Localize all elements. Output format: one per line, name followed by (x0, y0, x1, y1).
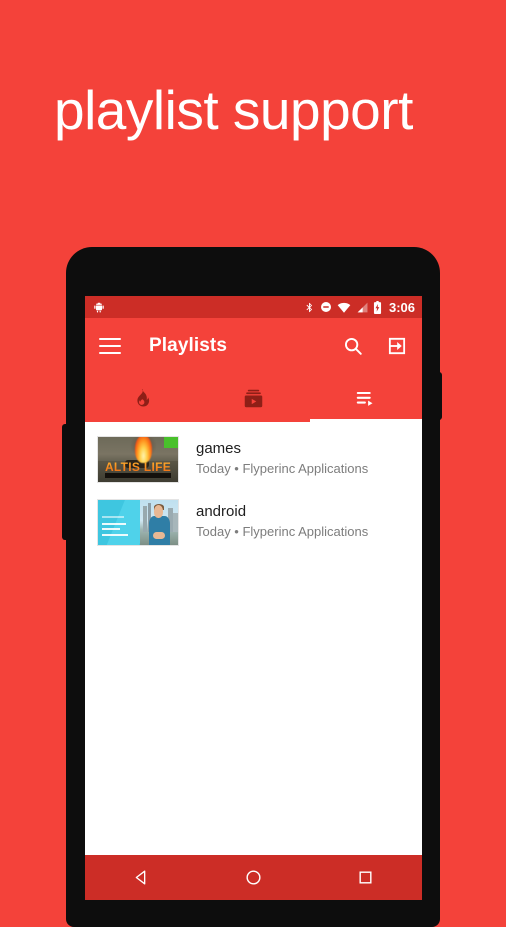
hamburger-line (99, 338, 121, 341)
tab-playlists[interactable] (310, 374, 422, 422)
tab-trending[interactable] (85, 374, 197, 422)
subscriptions-icon (243, 388, 264, 409)
status-bar: 3:06 (85, 296, 422, 318)
tab-bar (85, 374, 422, 422)
recents-square-icon[interactable] (336, 855, 396, 900)
tab-indicator (309, 419, 422, 422)
android-n-preview-thumbnail (97, 499, 179, 546)
skyline-building (142, 506, 147, 533)
thumbnail-photo (139, 500, 178, 545)
tab-subscriptions[interactable] (197, 374, 309, 422)
playlist-title: android (196, 503, 247, 520)
person-head (154, 505, 164, 518)
do-not-disturb-icon (320, 301, 332, 313)
list-item[interactable]: android Today • Flyperinc Applications (85, 491, 422, 554)
app-bar-actions (342, 335, 408, 357)
playlist-subtitle: Today • Flyperinc Applications (196, 461, 369, 476)
playlist-title: games (196, 440, 242, 457)
app-bar: Playlists (85, 318, 422, 374)
page-title: Playlists (149, 335, 228, 356)
cellular-signal-icon (356, 302, 368, 313)
thumbnail-text-line (101, 534, 128, 537)
trending-fire-icon (131, 388, 152, 409)
login-icon[interactable] (386, 335, 408, 357)
home-circle-icon[interactable] (223, 855, 283, 900)
volume-button[interactable] (62, 424, 68, 540)
power-button[interactable] (434, 372, 442, 420)
thumbnail-subtitle-bar (105, 473, 171, 478)
search-icon[interactable] (342, 335, 364, 357)
status-bar-clock: 3:06 (388, 299, 415, 315)
hamburger-menu-icon[interactable] (99, 338, 121, 354)
wifi-icon (337, 302, 351, 313)
skyline-building (173, 512, 178, 533)
altis-life-thumbnail: ALTIS LIFE (97, 436, 179, 483)
bluetooth-icon (304, 301, 315, 314)
hamburger-line (99, 344, 121, 348)
list-item[interactable]: ALTIS LIFE games Today • Flyperinc Appli… (85, 428, 422, 491)
hamburger-line (99, 351, 121, 354)
navigation-bar (85, 855, 422, 900)
thumbnail-panel (98, 500, 140, 545)
phone-screen: 3:06 Playlists ALTIS LIFE games Today • … (85, 296, 422, 900)
thumbnail-text-line (101, 528, 121, 531)
list-item-text: games Today • Flyperinc Applications (196, 436, 368, 478)
thumbnail-badge (164, 437, 178, 448)
promo-headline: playlist support (54, 79, 413, 141)
playlist-subtitle: Today • Flyperinc Applications (196, 524, 369, 539)
back-triangle-icon[interactable] (111, 855, 171, 900)
android-robot-icon (93, 301, 105, 313)
battery-charging-icon (373, 300, 382, 314)
thumbnail-text-line (101, 516, 125, 518)
thumbnail-title-text: ALTIS LIFE (100, 461, 177, 473)
list-item-text: android Today • Flyperinc Applications (196, 499, 368, 541)
thumbnail-fire (134, 437, 153, 464)
playlist-list: ALTIS LIFE games Today • Flyperinc Appli… (85, 422, 422, 900)
person-torso (148, 516, 170, 545)
playlist-icon (355, 388, 376, 409)
person-arms (153, 531, 165, 539)
thumbnail-text-line (101, 522, 126, 525)
